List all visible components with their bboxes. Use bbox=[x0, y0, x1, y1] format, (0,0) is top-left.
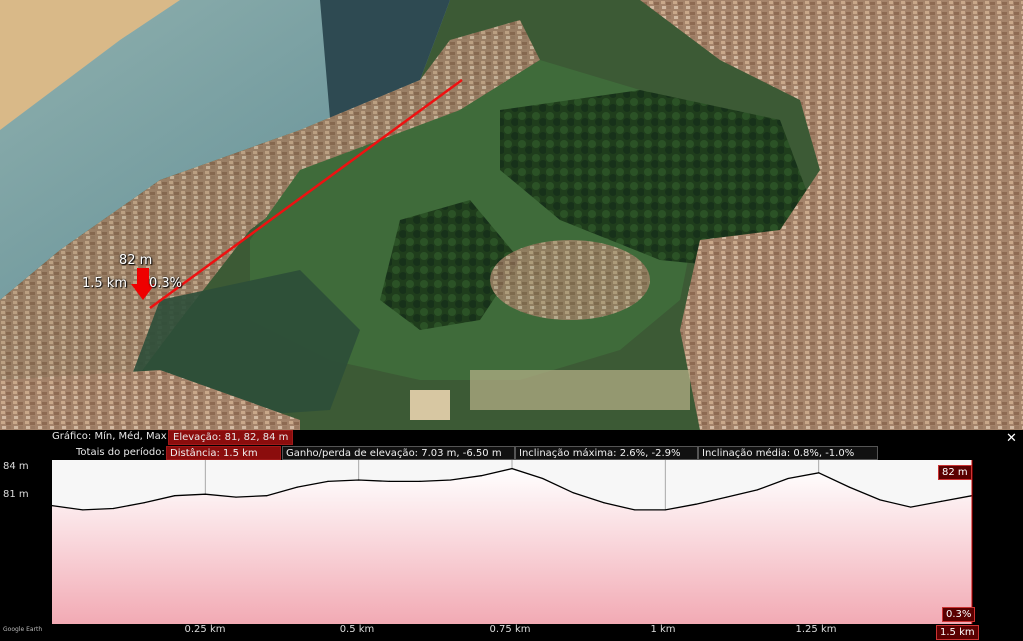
elevation-point bbox=[787, 477, 789, 480]
elevation-point bbox=[51, 505, 53, 507]
elevation-point bbox=[419, 480, 421, 482]
elevation-point bbox=[204, 493, 206, 495]
elevation-point bbox=[388, 480, 390, 482]
y-tick-label: 81 m bbox=[3, 489, 29, 500]
elevation-point bbox=[879, 499, 881, 501]
elevation-point bbox=[112, 507, 114, 510]
avg-slope-stat[interactable]: Inclinação média: 0.8%, -1.0% bbox=[698, 446, 878, 460]
elevation-point bbox=[940, 500, 942, 502]
distance-stat[interactable]: Distância: 1.5 km bbox=[166, 446, 281, 460]
elevation-point bbox=[818, 472, 820, 474]
elevation-point bbox=[450, 479, 452, 481]
elevation-point bbox=[695, 503, 697, 505]
x-tick-label: 0.25 km bbox=[184, 624, 226, 635]
elevation-point bbox=[327, 480, 329, 482]
elevation-point bbox=[848, 486, 850, 488]
elevation-point bbox=[726, 496, 728, 498]
elevation-point bbox=[603, 502, 605, 504]
elevation-summary[interactable]: Elevação: 81, 82, 84 m bbox=[168, 430, 294, 445]
x-tick-label: 1.25 km bbox=[795, 624, 837, 635]
google-earth-logo: Google Earth bbox=[3, 626, 43, 633]
close-icon[interactable]: ✕ bbox=[1006, 431, 1017, 446]
x-tick-label: 1 km bbox=[650, 624, 676, 635]
elevation-point bbox=[664, 509, 666, 511]
elevation-point bbox=[634, 509, 636, 511]
elevation-point bbox=[266, 495, 268, 497]
end-slope-badge: 0.3% bbox=[942, 607, 976, 622]
elevation-point bbox=[542, 477, 544, 480]
elevation-point bbox=[143, 502, 145, 504]
marker-slope-label: 0.3% bbox=[149, 276, 183, 291]
x-tick-label: 0.75 km bbox=[489, 624, 531, 635]
end-elevation-badge: 82 m bbox=[938, 465, 972, 480]
y-tick-label: 84 m bbox=[3, 461, 29, 472]
elevation-point bbox=[235, 496, 237, 498]
elevation-point bbox=[174, 495, 176, 497]
elevation-point bbox=[358, 479, 360, 481]
elevation-chart[interactable] bbox=[0, 460, 1023, 624]
satellite-imagery bbox=[0, 0, 1023, 430]
marker-elevation-label: 82 m bbox=[119, 253, 153, 268]
elevation-point bbox=[82, 509, 84, 511]
x-tick-label: 0.5 km bbox=[339, 624, 375, 635]
elevation-point bbox=[756, 489, 758, 491]
elevation-point bbox=[572, 492, 574, 494]
graph-label: Gráfico: Mín, Méd, Max bbox=[52, 431, 167, 442]
gain-loss-stat[interactable]: Ganho/perda de elevação: 7.03 m, -6.50 m bbox=[282, 446, 515, 460]
elevation-point bbox=[480, 475, 482, 477]
satellite-map[interactable]: 82 m 1.5 km 0.3% bbox=[0, 0, 1023, 430]
elevation-point bbox=[910, 506, 912, 508]
totals-label: Totais do período: bbox=[76, 447, 165, 458]
max-slope-stat[interactable]: Inclinação máxima: 2.6%, -2.9% bbox=[515, 446, 698, 460]
marker-distance-label: 1.5 km bbox=[82, 276, 127, 291]
elevation-point bbox=[511, 467, 513, 470]
end-distance-badge: 1.5 km bbox=[936, 625, 979, 640]
elevation-point bbox=[296, 486, 298, 488]
